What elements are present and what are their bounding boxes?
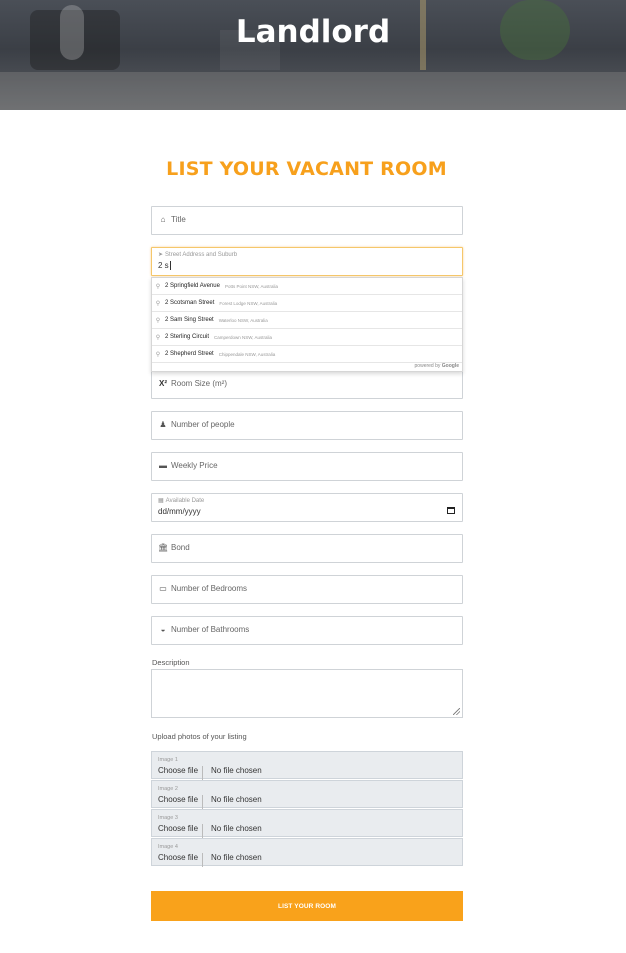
people-placeholder: Number of people: [171, 420, 235, 429]
map-pin-icon: ⚲: [155, 351, 161, 358]
address-value: 2 s: [158, 261, 169, 270]
bond-field[interactable]: 🏛 Bond: [151, 534, 463, 563]
file-status: No file chosen: [211, 824, 262, 833]
available-date-field[interactable]: ▦ Available Date dd/mm/yyyy: [151, 493, 463, 522]
image-caption: Image 3: [158, 815, 178, 821]
room-size-field[interactable]: X² Room Size (m²): [151, 370, 463, 399]
suggestion-main: 2 Springfield Avenue: [165, 283, 220, 289]
suggestion-sub: Forest Lodge NSW, Australia: [219, 300, 278, 306]
bond-placeholder: Bond: [171, 543, 190, 552]
description-textarea[interactable]: [151, 669, 463, 718]
upload-label: Upload photos of your listing: [152, 732, 247, 741]
image-caption: Image 2: [158, 786, 178, 792]
superscript-icon: X²: [159, 379, 167, 388]
suggestion-main: 2 Scotsman Street: [165, 300, 215, 306]
address-label: Street Address and Suburb: [165, 251, 238, 258]
image-upload-4: Image 4 Choose file No file chosen: [151, 838, 463, 867]
suggestion-main: 2 Shepherd Street: [165, 351, 214, 357]
address-field[interactable]: ➤ Street Address and Suburb 2 s: [151, 247, 463, 276]
suggestion-main: 2 Sterling Circuit: [165, 334, 210, 340]
calendar-icon[interactable]: [447, 507, 455, 514]
google-logo: Google: [441, 363, 459, 369]
calendar-small-icon: ▦: [158, 498, 164, 504]
suggestion-item[interactable]: ⚲ 2 Shepherd Street Chippendale NSW, Aus…: [152, 346, 462, 363]
suggestion-sub: Camperdown NSW, Australia: [214, 334, 273, 340]
choose-file-button[interactable]: Choose file: [158, 824, 204, 838]
hero-banner: Landlord: [0, 0, 626, 110]
map-pin-icon: ⚲: [155, 334, 161, 341]
resize-handle-icon[interactable]: [453, 708, 460, 715]
bath-icon: ◒: [160, 625, 166, 634]
map-pin-icon: ⚲: [155, 317, 161, 324]
choose-file-button[interactable]: Choose file: [158, 853, 204, 867]
suggestion-main: 2 Sam Sing Street: [165, 317, 214, 323]
form-heading: LIST YOUR VACANT ROOM: [166, 158, 447, 180]
location-arrow-icon: ➤: [158, 252, 164, 258]
bed-icon: ▭: [159, 584, 167, 593]
bedrooms-placeholder: Number of Bedrooms: [171, 584, 248, 593]
bedrooms-field[interactable]: ▭ Number of Bedrooms: [151, 575, 463, 604]
suggestion-item[interactable]: ⚲ 2 Scotsman Street Forest Lodge NSW, Au…: [152, 295, 462, 312]
file-status: No file chosen: [211, 795, 262, 804]
title-placeholder: Title: [171, 215, 186, 224]
choose-file-button[interactable]: Choose file: [158, 795, 204, 809]
suggestion-sub: Chippendale NSW, Australia: [218, 351, 276, 357]
image-upload-1: Image 1 Choose file No file chosen: [151, 751, 463, 780]
description-label: Description: [152, 658, 190, 667]
available-date-label: Available Date: [165, 497, 205, 504]
weekly-price-field[interactable]: ▬ Weekly Price: [151, 452, 463, 481]
list-room-button[interactable]: LIST YOUR ROOM: [151, 891, 463, 921]
image-upload-2: Image 2 Choose file No file chosen: [151, 780, 463, 809]
home-icon: ⌂: [160, 215, 166, 224]
file-status: No file chosen: [211, 766, 262, 775]
weekly-price-placeholder: Weekly Price: [171, 461, 218, 470]
map-pin-icon: ⚲: [155, 283, 161, 290]
powered-by-text: powered by: [414, 363, 441, 369]
title-field[interactable]: ⌂ Title: [151, 206, 463, 235]
choose-file-button[interactable]: Choose file: [158, 766, 204, 780]
image-caption: Image 4: [158, 844, 178, 850]
image-upload-3: Image 3 Choose file No file chosen: [151, 809, 463, 838]
map-pin-icon: ⚲: [155, 300, 161, 307]
bathrooms-placeholder: Number of Bathrooms: [171, 625, 250, 634]
bank-icon: 🏛: [158, 543, 169, 552]
powered-by-google: powered by Google: [415, 363, 459, 369]
suggestion-sub: Waterloo NSW, Australia: [218, 317, 268, 323]
address-autocomplete: ⚲ 2 Springfield Avenue Potts Point NSW, …: [151, 277, 463, 372]
room-size-placeholder: Room Size (m²): [171, 379, 228, 388]
bathrooms-field[interactable]: ◒ Number of Bathrooms: [151, 616, 463, 645]
image-caption: Image 1: [158, 757, 178, 763]
suggestion-item[interactable]: ⚲ 2 Springfield Avenue Potts Point NSW, …: [152, 278, 462, 295]
suggestion-item[interactable]: ⚲ 2 Sterling Circuit Camperdown NSW, Aus…: [152, 329, 462, 346]
available-date-value: dd/mm/yyyy: [158, 507, 201, 516]
suggestion-item[interactable]: ⚲ 2 Sam Sing Street Waterloo NSW, Austra…: [152, 312, 462, 329]
hero-decor: [0, 72, 626, 110]
page-title: Landlord: [235, 14, 391, 50]
credit-card-icon: ▬: [159, 461, 167, 470]
text-caret: [169, 261, 171, 271]
people-field[interactable]: ♟ Number of people: [151, 411, 463, 440]
person-icon: ♟: [159, 420, 167, 429]
suggestion-sub: Potts Point NSW, Australia: [224, 283, 278, 289]
file-status: No file chosen: [211, 853, 262, 862]
